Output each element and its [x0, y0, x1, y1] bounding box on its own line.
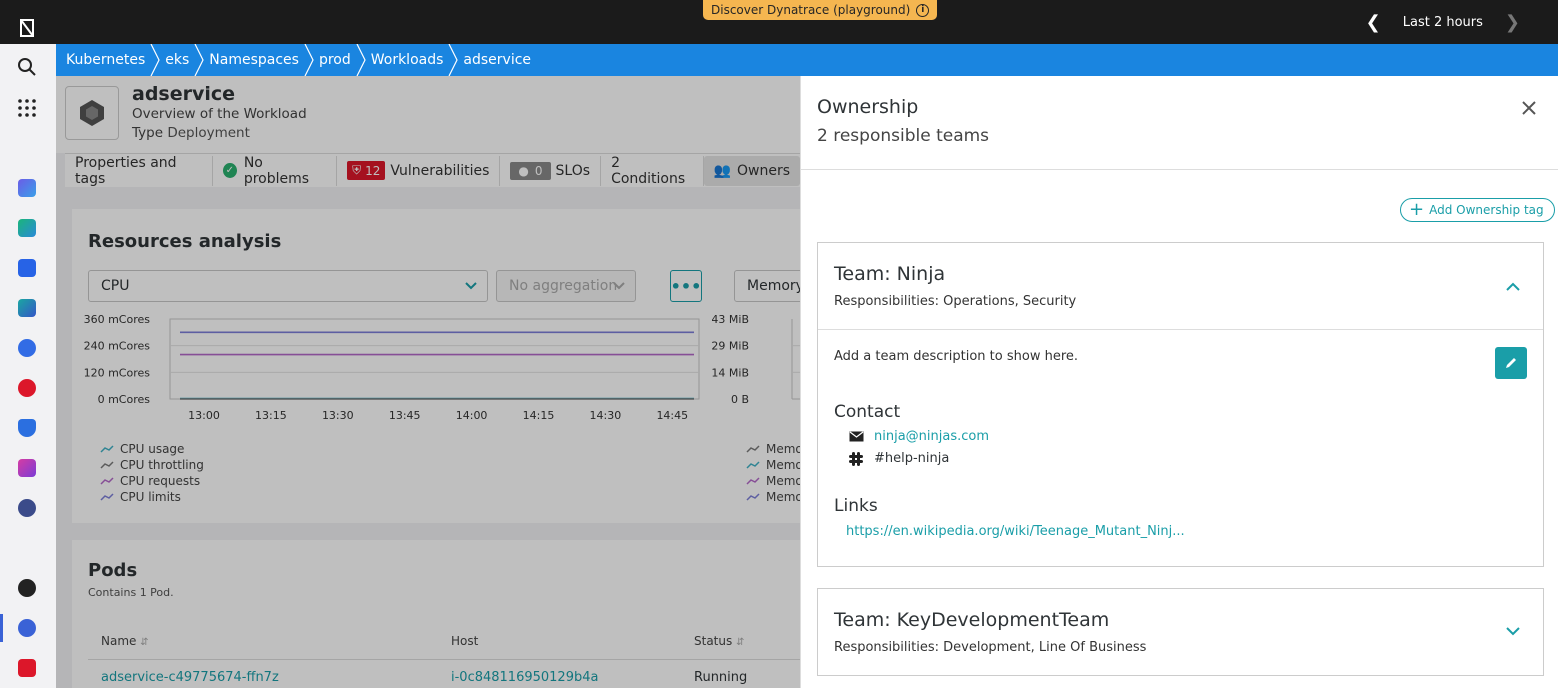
pencil-icon [1506, 358, 1516, 368]
breadcrumb-label: eks [165, 52, 190, 68]
plus-icon: + [1409, 199, 1425, 220]
ownership-panel: Ownership 2 responsible teams + Add Owne… [800, 76, 1558, 688]
panel-subtitle: 2 responsible teams [817, 126, 990, 146]
breadcrumb-label: Kubernetes [66, 52, 146, 68]
team-link[interactable]: https://en.wikipedia.org/wiki/Teenage_Mu… [846, 524, 1185, 539]
team-responsibilities: Responsibilities: Development, Line Of B… [834, 640, 1147, 655]
team-description: Add a team description to show here. [834, 349, 1079, 364]
contact-slack: #help-ninja [848, 451, 949, 466]
email-link[interactable]: ninja@ninjas.com [874, 429, 989, 444]
clouds-app-icon[interactable] [16, 297, 38, 319]
mail-icon [848, 430, 864, 444]
slack-icon [848, 451, 864, 466]
breadcrumb-workloads[interactable]: Workloads [361, 44, 459, 76]
breadcrumb-namespaces[interactable]: Namespaces [199, 44, 314, 76]
services-app-icon[interactable] [16, 257, 38, 279]
slack-channel: #help-ninja [874, 451, 950, 466]
breadcrumb-label: adservice [463, 52, 532, 68]
divider [818, 329, 1543, 330]
chevron-up-icon[interactable] [1505, 279, 1521, 295]
panel-header: Ownership 2 responsible teams [801, 76, 1558, 170]
breadcrumb-cluster[interactable]: eks [155, 44, 204, 76]
modal-overlay[interactable] [56, 76, 800, 688]
search-icon[interactable] [16, 56, 38, 78]
team-card-ninja: Team: Ninja Responsibilities: Operations… [817, 242, 1544, 567]
team-card-keydevelopmentteam: Team: KeyDevelopmentTeam Responsibilitie… [817, 588, 1544, 676]
team-responsibilities: Responsibilities: Operations, Security [834, 294, 1077, 309]
discover-label: Discover Dynatrace (playground) [711, 3, 911, 17]
dynatrace-logo-icon[interactable] [16, 17, 38, 39]
breadcrumb-label: Workloads [370, 52, 444, 68]
breadcrumb-label: prod [318, 52, 351, 68]
active-indicator [0, 614, 3, 642]
team-title: Team: Ninja [834, 263, 946, 285]
top-bar: Discover Dynatrace (playground) i ❮ Last… [0, 0, 1558, 44]
workflows-app-icon[interactable] [16, 617, 38, 639]
chevron-left-icon[interactable]: ❮ [1366, 12, 1381, 33]
timeframe-selector: ❮ Last 2 hours ❯ [1344, 0, 1542, 44]
bug-app-icon[interactable] [16, 657, 38, 679]
team-title: Team: KeyDevelopmentTeam [834, 609, 1110, 631]
edit-button[interactable] [1495, 347, 1527, 379]
breadcrumb-kubernetes[interactable]: Kubernetes [56, 44, 160, 76]
panel-title: Ownership [817, 96, 919, 118]
apps-grid-icon[interactable] [16, 97, 38, 119]
problems-app-icon[interactable] [16, 377, 38, 399]
add-ownership-tag-button[interactable]: + Add Ownership tag [1400, 198, 1555, 222]
breadcrumb-current: adservice [453, 44, 541, 76]
button-label: Add Ownership tag [1429, 203, 1544, 217]
security-app-icon[interactable] [16, 417, 38, 439]
chevron-down-icon[interactable] [1505, 623, 1521, 639]
ninja-app-icon[interactable] [16, 577, 38, 599]
chevron-right-icon[interactable]: ❯ [1505, 12, 1520, 33]
analytics-app-icon[interactable] [16, 457, 38, 479]
timeframe-label[interactable]: Last 2 hours [1403, 15, 1483, 30]
info-icon: i [916, 3, 930, 17]
contact-heading: Contact [834, 402, 901, 422]
kubernetes-app-icon[interactable] [16, 337, 38, 359]
breadcrumb: Kubernetes eks Namespaces prod Workloads… [56, 44, 1558, 76]
breadcrumb-label: Namespaces [209, 52, 299, 68]
assistant-app-icon[interactable] [16, 497, 38, 519]
links-heading: Links [834, 496, 878, 516]
discover-banner[interactable]: Discover Dynatrace (playground) i [703, 0, 938, 20]
infrastructure-app-icon[interactable] [16, 217, 38, 239]
close-icon[interactable] [1519, 98, 1539, 118]
dashboards-app-icon[interactable] [16, 177, 38, 199]
breadcrumb-namespace[interactable]: prod [309, 44, 366, 76]
contact-email: ninja@ninjas.com [848, 429, 989, 444]
